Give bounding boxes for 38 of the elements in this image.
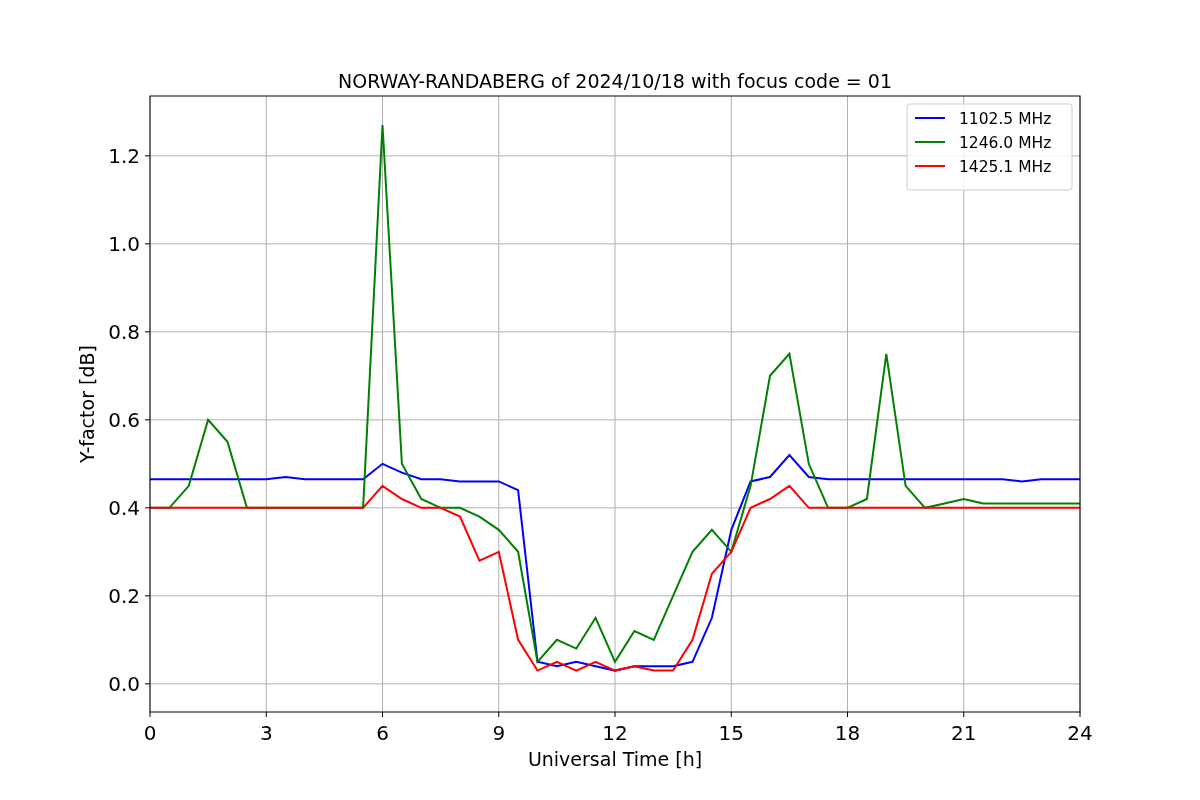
x-tick-label: 6 <box>376 721 389 745</box>
tick-mark <box>847 711 848 718</box>
tick-mark <box>730 711 732 718</box>
y-tick-label: 0.8 <box>108 319 140 344</box>
tick-mark <box>1079 711 1081 718</box>
y-tick-label: 1.0 <box>108 231 140 256</box>
tick-mark <box>144 683 151 685</box>
tick-mark <box>498 711 500 718</box>
x-tick-label: 21 <box>951 721 977 745</box>
y-tick-label: 1.2 <box>108 143 140 168</box>
tick-mark <box>382 711 383 718</box>
y-tick-label: 0.2 <box>108 583 140 608</box>
tick-mark <box>144 155 151 157</box>
tick-mark <box>614 711 616 718</box>
tick-mark <box>265 711 267 718</box>
y-tick-label: 0.4 <box>108 495 140 520</box>
tick-mark <box>144 331 151 333</box>
x-axis-label: Universal Time [h] <box>527 748 703 770</box>
y-tick-label: 0.6 <box>108 407 140 432</box>
tick-mark <box>144 595 151 597</box>
x-tick-label: 9 <box>492 721 506 745</box>
tick-mark <box>149 711 151 718</box>
x-tick-label: 3 <box>259 721 273 745</box>
legend-label: 1246.0 MHz <box>959 134 1052 152</box>
legend-label: 1425.1 MHz <box>959 158 1052 176</box>
tick-mark <box>144 419 151 421</box>
x-tick-label: 12 <box>602 721 628 745</box>
legend-label: 1102.5 MHz <box>959 110 1052 128</box>
y-tick-label: 0.0 <box>108 671 140 696</box>
tick-mark <box>963 711 965 718</box>
x-tick-label: 18 <box>834 721 861 745</box>
x-tick-label: 15 <box>718 721 744 745</box>
x-tick-label: 24 <box>1067 721 1093 745</box>
y-axis-label: Y-factor [dB] <box>76 345 98 463</box>
tick-mark <box>144 243 151 245</box>
x-tick-label: 0 <box>143 721 157 745</box>
chart-title: NORWAY-RANDABERG of 2024/10/18 with focus code = 01 <box>338 70 892 92</box>
tick-mark <box>144 507 151 509</box>
